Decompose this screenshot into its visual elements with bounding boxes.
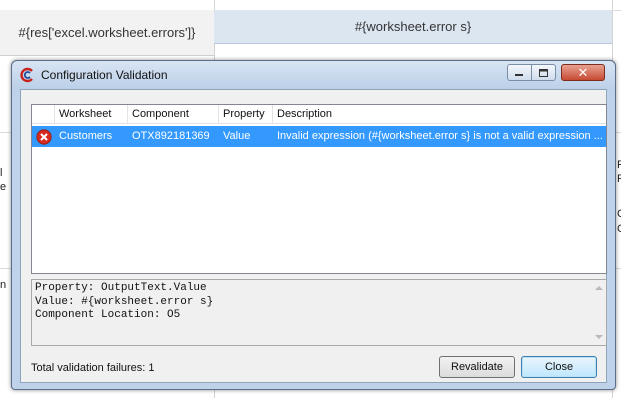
close-window-button[interactable]: ✕ — [561, 64, 605, 81]
grid-header-status — [32, 105, 55, 124]
close-button[interactable]: Close — [521, 356, 597, 378]
cell-fragment: n — [0, 279, 7, 291]
cell-fragment: C — [617, 223, 621, 235]
details-textbox[interactable]: Property: OutputText.Value Value: #{work… — [31, 279, 607, 346]
cell-fragment: l — [0, 167, 3, 179]
error-icon — [36, 129, 52, 145]
details-text: Property: OutputText.Value Value: #{work… — [35, 282, 213, 323]
grid-header: Worksheet Component Property Description — [32, 105, 606, 124]
cell-description: Invalid expression (#{worksheet.error s}… — [277, 130, 603, 142]
dialog-client-area: Worksheet Component Property Description… — [20, 89, 607, 383]
cell-b1[interactable]: #{worksheet.error s} — [214, 10, 612, 44]
column-header-component[interactable]: Component — [128, 105, 219, 124]
configuration-validation-dialog: Configuration Validation ✕ Worksheet Com… — [11, 60, 616, 390]
dialog-titlebar[interactable]: Configuration Validation ✕ — [12, 61, 615, 89]
scroll-down-icon[interactable] — [595, 335, 603, 339]
validation-grid[interactable]: Worksheet Component Property Description… — [31, 104, 607, 274]
column-header-property[interactable]: Property — [219, 105, 273, 124]
cell-fragment: F — [617, 159, 621, 171]
maximize-button[interactable] — [531, 64, 556, 81]
scroll-up-icon[interactable] — [595, 286, 603, 290]
cell-fragment: F — [617, 173, 621, 185]
details-line-value: Value: #{worksheet.error s} — [35, 295, 214, 308]
column-header-description[interactable]: Description — [273, 105, 606, 124]
minimize-button[interactable] — [507, 64, 532, 81]
cell-fragment: e — [0, 181, 7, 193]
details-line-location: Component Location: O5 — [35, 309, 181, 321]
details-scrollbar[interactable] — [592, 280, 606, 345]
cell-fragment: C — [617, 208, 621, 220]
dialog-title: Configuration Validation — [41, 68, 168, 82]
maximize-icon — [539, 68, 548, 77]
column-header-worksheet[interactable]: Worksheet — [55, 105, 128, 124]
cell-a1[interactable]: #{res['excel.worksheet.errors']} — [0, 10, 214, 56]
cell-property: Value — [223, 130, 251, 142]
revalidate-button[interactable]: Revalidate — [439, 356, 515, 378]
cell-component: OTX892181369 — [132, 130, 210, 142]
cell-worksheet: Customers — [59, 130, 113, 142]
table-row[interactable]: Customers OTX892181369 Value Invalid exp… — [32, 126, 606, 147]
validation-status-text: Total validation failures: 1 — [31, 362, 155, 374]
minimize-icon — [515, 74, 523, 76]
app-logo-icon — [20, 67, 33, 83]
details-line-property: Property: OutputText.Value — [35, 282, 207, 294]
